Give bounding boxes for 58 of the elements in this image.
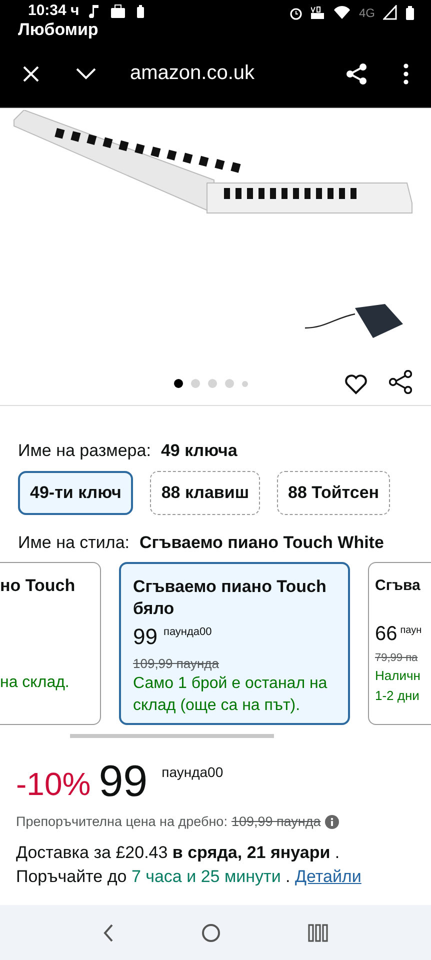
style-value: Сгъваемо пиано Touch White bbox=[140, 533, 384, 553]
rrp-price: 109,99 паунда bbox=[231, 814, 321, 829]
style-option-card[interactable]: Сгъваемо пиано Touch бяло 99 паунда00 109,99 паунда Само 1 брой е останал на склад (още са на път). bbox=[119, 562, 350, 725]
details-link[interactable]: Детайли bbox=[294, 867, 362, 886]
share-icon bbox=[346, 62, 367, 84]
home-icon bbox=[200, 922, 221, 942]
heart-icon bbox=[344, 372, 368, 395]
chevron-down-icon bbox=[76, 67, 96, 80]
stock-status: Само 1 брой е останал на склад (още са на път). bbox=[133, 674, 328, 716]
network-type: 4G bbox=[358, 6, 375, 20]
more-icon bbox=[403, 62, 409, 84]
style-option-card[interactable]: но Touch на склад. bbox=[0, 562, 101, 725]
battery-icon bbox=[405, 6, 415, 20]
price-whole: 99 bbox=[98, 758, 148, 806]
signal-icon bbox=[383, 5, 397, 20]
discount-percent: -10% bbox=[16, 766, 91, 803]
recent-apps-icon bbox=[308, 924, 328, 942]
list-price: 109,99 паунда bbox=[133, 656, 220, 671]
price-suffix: паунда00 bbox=[163, 626, 212, 638]
size-option[interactable]: 49-ти ключ bbox=[18, 471, 134, 515]
delivery-text: Доставка за £20.43 в сряда, 21 януари . bbox=[16, 842, 341, 864]
close-icon bbox=[22, 64, 40, 82]
url-text: amazon.co.uk bbox=[130, 62, 256, 85]
rrp-label: Препоръчителна цена на дребно: bbox=[16, 814, 228, 829]
back-icon bbox=[103, 924, 114, 942]
wifi-icon bbox=[332, 5, 351, 20]
option-price: 66 bbox=[375, 623, 398, 646]
list-price: 79,99 па bbox=[375, 652, 419, 664]
stock-status: Наличн 1-2 дни bbox=[375, 667, 422, 705]
carousel-dot[interactable] bbox=[174, 379, 183, 388]
carousel-dot[interactable] bbox=[225, 379, 234, 388]
size-option[interactable]: 88 Тойтсен bbox=[277, 471, 390, 515]
carousel-dot[interactable] bbox=[208, 379, 217, 388]
option-title: Сгъва bbox=[375, 576, 422, 596]
favorite-button[interactable] bbox=[344, 372, 368, 395]
info-icon[interactable] bbox=[324, 814, 339, 828]
option-title: но Touch bbox=[0, 575, 76, 597]
style-label: Име на стила: bbox=[18, 533, 130, 553]
carousel-dot[interactable] bbox=[242, 380, 248, 386]
size-option[interactable]: 88 клавиш bbox=[150, 471, 260, 515]
share-icon bbox=[389, 370, 412, 394]
bag-icon bbox=[110, 4, 126, 18]
battery-icon bbox=[136, 4, 146, 18]
clock-time: 10:34 ч bbox=[28, 3, 80, 19]
music-note-icon bbox=[89, 4, 100, 18]
price-suffix: паунда00 bbox=[162, 764, 224, 780]
volte-icon bbox=[310, 6, 325, 19]
price-suffix: паун bbox=[400, 625, 422, 636]
option-price: 99 bbox=[133, 624, 158, 650]
alarm-icon bbox=[288, 6, 303, 20]
size-value: 49 ключа bbox=[160, 441, 238, 461]
account-name: Любомир bbox=[18, 20, 98, 39]
stock-status: на склад. bbox=[0, 673, 70, 693]
share-button[interactable] bbox=[389, 370, 412, 394]
size-label: Име на размера: bbox=[18, 441, 151, 461]
order-deadline-text: Поръчайте до 7 часа и 25 минути . Детайли bbox=[16, 866, 362, 888]
carousel-dot[interactable] bbox=[191, 379, 200, 388]
option-title: Сгъваемо пиано Touch бяло bbox=[133, 576, 328, 620]
